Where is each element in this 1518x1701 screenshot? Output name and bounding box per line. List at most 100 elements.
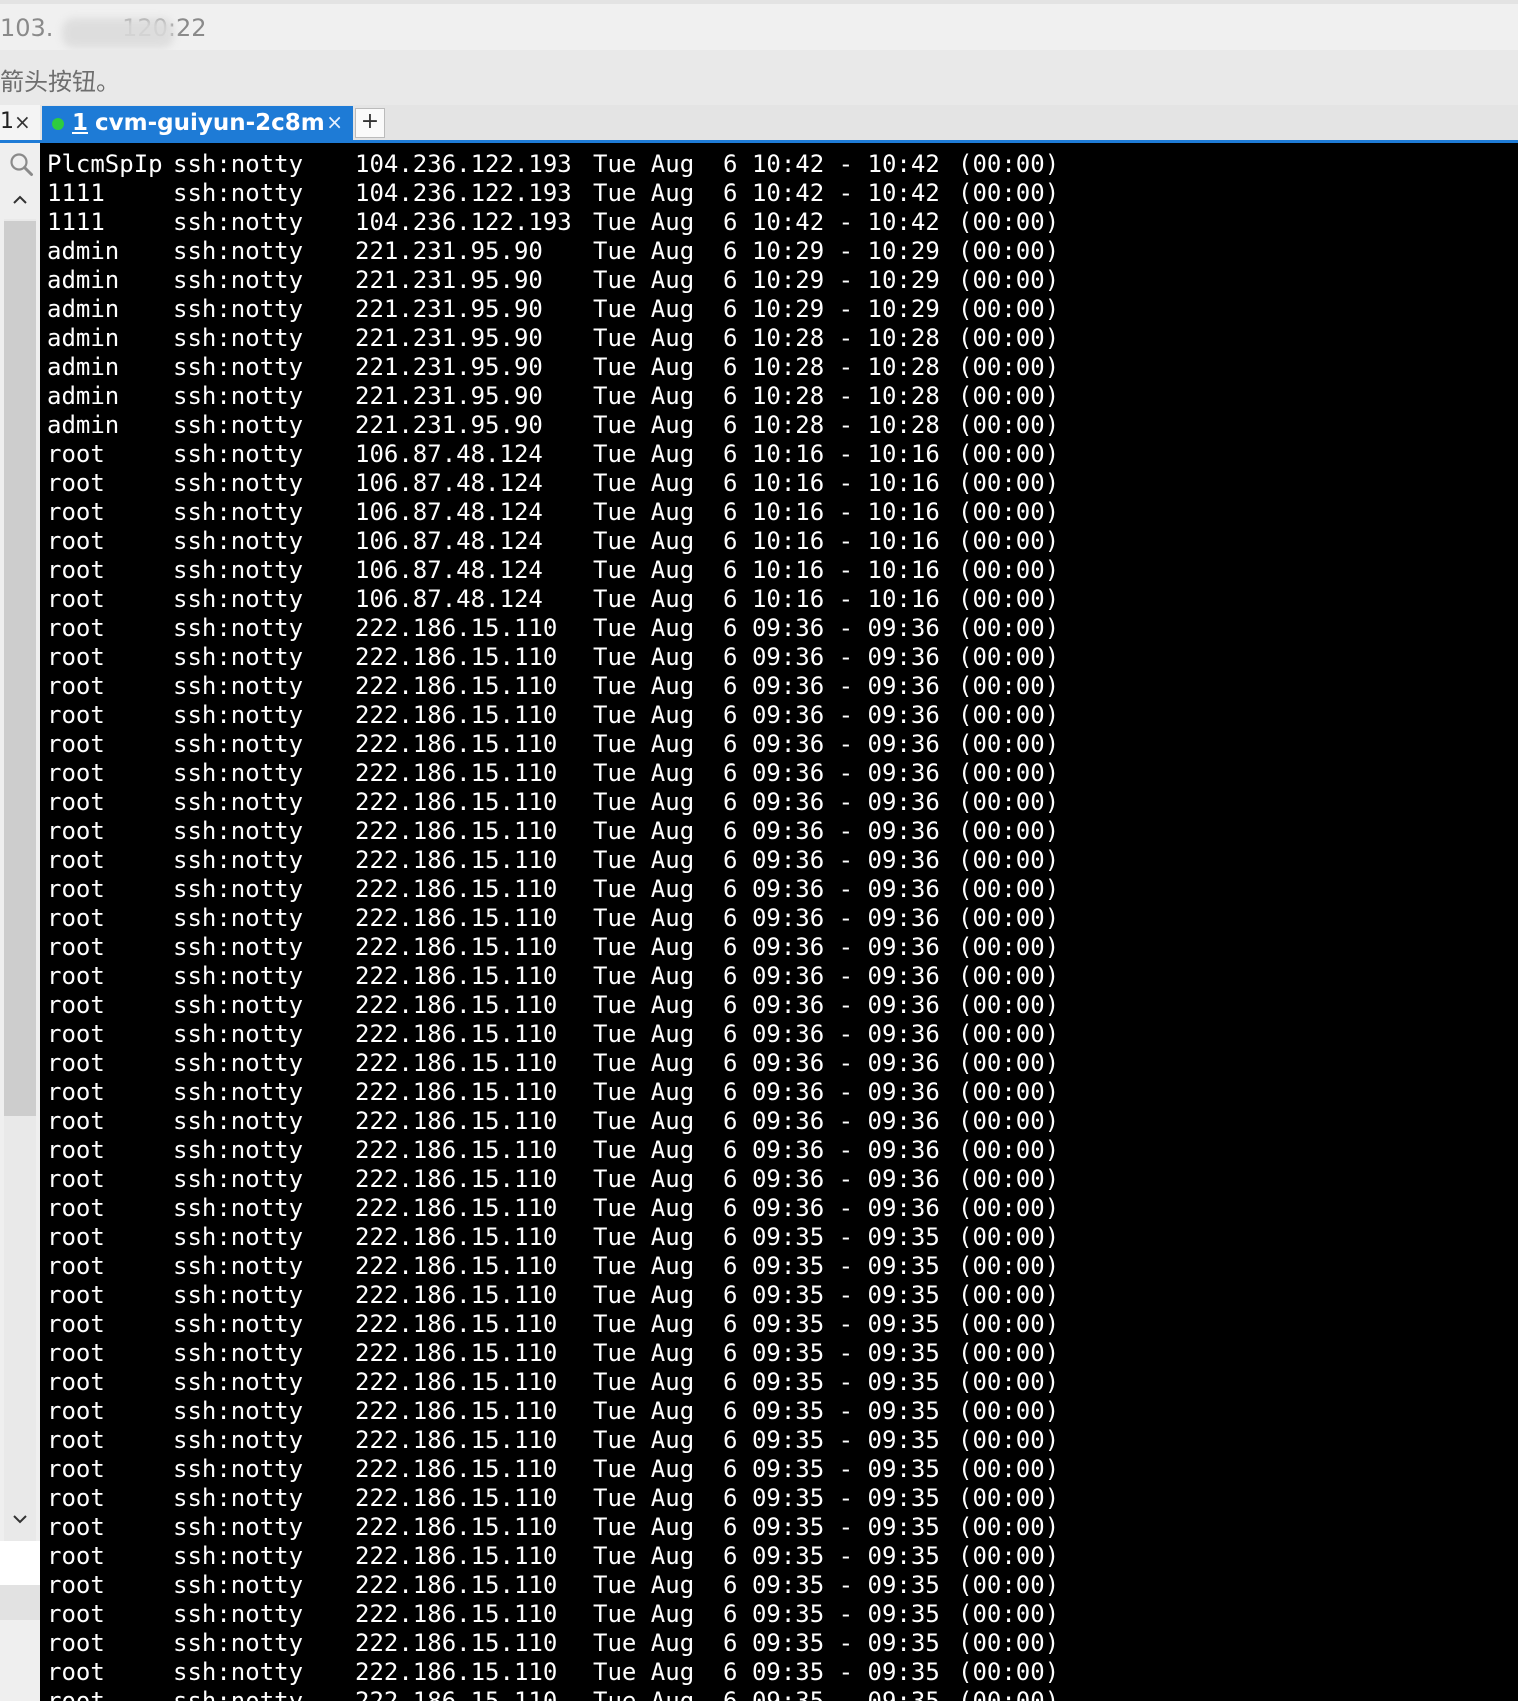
login-duration: (00:00): [958, 527, 1060, 555]
login-tty: ssh:notty: [173, 1310, 304, 1338]
terminal-line: root ssh:notty 222.186.15.110 Tue Aug 6 09:…: [40, 1107, 1518, 1136]
login-duration: (00:00): [958, 498, 1060, 526]
login-tty: ssh:notty: [173, 1339, 304, 1367]
login-duration: (00:00): [958, 1310, 1060, 1338]
login-host: 104.236.122.193: [355, 208, 572, 236]
login-user: root: [47, 1136, 105, 1164]
terminal-line: root ssh:notty 222.186.15.110 Tue Aug 6 09:…: [40, 1136, 1518, 1165]
login-tty: ssh:notty: [173, 411, 304, 439]
login-duration: (00:00): [958, 1223, 1060, 1251]
scrollbar-thumb[interactable]: [4, 221, 36, 1116]
terminal-line: root ssh:notty 222.186.15.110 Tue Aug 6 09:…: [40, 1281, 1518, 1310]
login-tty: ssh:notty: [173, 1078, 304, 1106]
address-bar[interactable]: 103. 120:22: [0, 0, 1518, 50]
login-duration: (00:00): [958, 1687, 1060, 1701]
login-date: Tue Aug 6 09:35 - 09:35: [593, 1629, 940, 1657]
login-host: 222.186.15.110: [355, 1281, 558, 1309]
login-user: root: [47, 440, 105, 468]
login-duration: (00:00): [958, 1455, 1060, 1483]
login-tty: ssh:notty: [173, 150, 304, 178]
terminal-line: root ssh:notty 222.186.15.110 Tue Aug 6 09:…: [40, 614, 1518, 643]
scroll-up-icon[interactable]: [10, 190, 30, 210]
login-date: Tue Aug 6 09:35 - 09:35: [593, 1310, 940, 1338]
login-user: root: [47, 1020, 105, 1048]
search-icon[interactable]: [8, 151, 34, 177]
login-tty: ssh:notty: [173, 875, 304, 903]
terminal-output[interactable]: PlcmSpIp ssh:notty 104.236.122.193 Tue Aug …: [40, 143, 1518, 1701]
login-duration: (00:00): [958, 179, 1060, 207]
login-date: Tue Aug 6 09:35 - 09:35: [593, 1658, 940, 1686]
login-host: 221.231.95.90: [355, 353, 543, 381]
login-date: Tue Aug 6 09:36 - 09:36: [593, 614, 940, 642]
login-duration: (00:00): [958, 1484, 1060, 1512]
login-duration: (00:00): [958, 1571, 1060, 1599]
login-date: Tue Aug 6 09:35 - 09:35: [593, 1687, 940, 1701]
login-tty: ssh:notty: [173, 324, 304, 352]
login-date: Tue Aug 6 10:16 - 10:16: [593, 440, 940, 468]
login-duration: (00:00): [958, 150, 1060, 178]
login-duration: (00:00): [958, 1600, 1060, 1628]
login-date: Tue Aug 6 09:35 - 09:35: [593, 1339, 940, 1367]
login-date: Tue Aug 6 09:36 - 09:36: [593, 788, 940, 816]
login-host: 222.186.15.110: [355, 759, 558, 787]
new-tab-button[interactable]: +: [355, 108, 385, 138]
login-host: 222.186.15.110: [355, 904, 558, 932]
login-user: root: [47, 701, 105, 729]
terminal-line: root ssh:notty 222.186.15.110 Tue Aug 6 09:…: [40, 904, 1518, 933]
login-tty: ssh:notty: [173, 527, 304, 555]
login-duration: (00:00): [958, 672, 1060, 700]
login-tty: ssh:notty: [173, 1020, 304, 1048]
login-host: 222.186.15.110: [355, 1107, 558, 1135]
login-host: 106.87.48.124: [355, 527, 543, 555]
login-user: root: [47, 730, 105, 758]
tab-cvm-guiyun[interactable]: 1 cvm-guiyun-2c8m ×: [42, 106, 353, 142]
login-tty: ssh:notty: [173, 1136, 304, 1164]
login-user: PlcmSpIp: [47, 150, 163, 178]
login-duration: (00:00): [958, 643, 1060, 671]
login-date: Tue Aug 6 09:35 - 09:35: [593, 1455, 940, 1483]
tab-title: cvm-guiyun-2c8m: [95, 110, 325, 136]
login-duration: (00:00): [958, 324, 1060, 352]
login-duration: (00:00): [958, 846, 1060, 874]
terminal-line: root ssh:notty 222.186.15.110 Tue Aug 6 09:…: [40, 1078, 1518, 1107]
login-duration: (00:00): [958, 1513, 1060, 1541]
login-date: Tue Aug 6 10:28 - 10:28: [593, 382, 940, 410]
login-user: root: [47, 1310, 105, 1338]
login-host: 222.186.15.110: [355, 1136, 558, 1164]
login-host: 221.231.95.90: [355, 382, 543, 410]
login-date: Tue Aug 6 09:36 - 09:36: [593, 759, 940, 787]
login-tty: ssh:notty: [173, 788, 304, 816]
terminal-line: root ssh:notty 222.186.15.110 Tue Aug 6 09:…: [40, 1455, 1518, 1484]
login-user: root: [47, 1600, 105, 1628]
previous-tab-stub[interactable]: 1 ×: [0, 105, 40, 140]
login-host: 222.186.15.110: [355, 1542, 558, 1570]
login-duration: (00:00): [958, 875, 1060, 903]
login-host: 222.186.15.110: [355, 788, 558, 816]
login-user: root: [47, 469, 105, 497]
login-host: 222.186.15.110: [355, 1310, 558, 1338]
login-duration: (00:00): [958, 759, 1060, 787]
login-tty: ssh:notty: [173, 1687, 304, 1701]
login-tty: ssh:notty: [173, 237, 304, 265]
login-tty: ssh:notty: [173, 991, 304, 1019]
login-duration: (00:00): [958, 1165, 1060, 1193]
terminal-line: root ssh:notty 222.186.15.110 Tue Aug 6 09:…: [40, 1049, 1518, 1078]
tab-close-icon[interactable]: ×: [326, 110, 343, 134]
login-tty: ssh:notty: [173, 1194, 304, 1222]
terminal-line: admin ssh:notty 221.231.95.90 Tue Aug 6 10:…: [40, 266, 1518, 295]
login-user: root: [47, 1571, 105, 1599]
login-date: Tue Aug 6 09:36 - 09:36: [593, 672, 940, 700]
login-host: 104.236.122.193: [355, 150, 572, 178]
previous-tab-close-icon[interactable]: ×: [14, 110, 31, 134]
login-tty: ssh:notty: [173, 1281, 304, 1309]
login-date: Tue Aug 6 09:35 - 09:35: [593, 1223, 940, 1251]
scroll-down-icon[interactable]: [10, 1509, 30, 1529]
login-duration: (00:00): [958, 1397, 1060, 1425]
login-user: root: [47, 875, 105, 903]
login-date: Tue Aug 6 10:16 - 10:16: [593, 498, 940, 526]
login-tty: ssh:notty: [173, 208, 304, 236]
login-host: 222.186.15.110: [355, 614, 558, 642]
login-tty: ssh:notty: [173, 846, 304, 874]
login-user: root: [47, 498, 105, 526]
login-host: 222.186.15.110: [355, 1687, 558, 1701]
